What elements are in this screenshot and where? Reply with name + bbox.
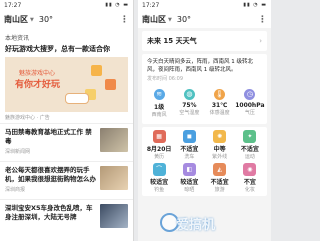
banner-subtitle: 魅族游戏中心 <box>19 70 56 77</box>
chevron-down-icon[interactable]: ▼ <box>168 17 172 23</box>
status-bar: 17:27 ▮▮ ◔ ▬ <box>138 0 271 11</box>
uv-icon: ✺ <box>213 130 227 143</box>
current-temperature: 30° <box>38 15 54 24</box>
location-bar[interactable]: 南山区 ▼ 30° ⋮ <box>138 11 271 28</box>
makeup-icon: ◉ <box>243 163 257 176</box>
tile-label: 紫外线 <box>212 154 228 160</box>
humidity-icon: ◍ <box>183 89 195 100</box>
weather-metric: ◍ 75% 空气湿度 <box>174 87 204 120</box>
life-index-tile[interactable]: ▦ 8月20日 黄历 <box>144 130 174 160</box>
tile-label: 晾晒 <box>184 187 195 193</box>
banner-title: 有你才好玩 <box>15 80 61 90</box>
gift-box-icon <box>91 65 102 76</box>
news-source: 深圳商报 <box>5 187 26 193</box>
tile-label: 黄历 <box>154 154 165 160</box>
location-name[interactable]: 南山区 <box>142 14 166 25</box>
news-item[interactable]: 老公每天都很喜欢摆弄的玩手机，如果我很想逛街购物怎么办 深圳商报 <box>0 161 133 199</box>
life-index-tile[interactable]: ◭ 不适宜 旅游 <box>205 163 235 193</box>
tile-value: 中等 <box>213 146 226 153</box>
news-item[interactable]: 深圳宝安X5车身改色乱喷，车身注册深圳，大陆无号牌 <box>0 199 133 232</box>
news-thumbnail <box>100 166 128 190</box>
status-bar: 17:27 ▮▮ ◔ ▬ <box>0 0 133 11</box>
tile-label: 洗车 <box>184 154 195 160</box>
news-thumbnail <box>100 128 128 152</box>
tile-value: 不宜 <box>243 179 256 186</box>
ad-source: 魅族游戏中心 · 广告 <box>5 115 50 121</box>
metric-value: 1级 <box>154 104 165 111</box>
status-time: 17:27 <box>4 2 22 9</box>
life-index-tile[interactable]: ◉ 不宜 化妆 <box>235 163 265 193</box>
weather-metric: 🌡 31℃ 体感温度 <box>205 87 235 120</box>
car-wash-icon: ◼ <box>182 130 196 143</box>
news-screen: 17:27 ▮▮ ◔ ▬ 南山区 ▼ 30° ⋮ 本地资讯 好玩游戏大搜罗，总有… <box>0 0 134 241</box>
chevron-right-icon[interactable]: › <box>259 37 262 45</box>
weather-metrics: ≋ 1级 西南风 ◍ 75% 空气湿度 🌡 31℃ 体感温度 ◷ 1000hPa 气压 <box>142 85 267 124</box>
sport-icon: ✦ <box>243 130 257 143</box>
weather-metric: ◷ 1000hPa 气压 <box>235 87 265 120</box>
update-time: 发布时间 06:09 <box>147 76 183 82</box>
tile-label: 化妆 <box>244 187 255 193</box>
life-index-tile[interactable]: ⌒ 较适宜 钓鱼 <box>144 163 174 193</box>
news-title: 马田禁毒教育基地正式工作 禁毒 <box>5 128 92 145</box>
tile-label: 钓鱼 <box>154 187 165 193</box>
status-icons: ▮▮ ◔ ▬ <box>243 2 267 8</box>
life-index-tile[interactable]: ✦ 不适宜 运动 <box>235 130 265 160</box>
gamepad-icon <box>65 93 89 104</box>
metric-label: 体感温度 <box>209 110 230 116</box>
section-title: 本地资讯 <box>5 35 30 42</box>
life-index-tile[interactable]: ◧ 较适宜 晾晒 <box>174 163 204 193</box>
weather-screen: 17:27 ▮▮ ◔ ▬ 南山区 ▼ 30° ⋮ 未来 15 天天气 › 今天白… <box>138 0 271 241</box>
wind-icon: ≋ <box>153 89 165 100</box>
tile-label: 旅游 <box>214 187 225 193</box>
ad-banner[interactable]: 魅族游戏中心 有你才好玩 <box>5 57 128 112</box>
weather-description: 今天白天晴间多云，阵雨，西南风 1 级转北风，夜间阵雨，西南风 1 级转北风。 <box>147 59 253 73</box>
drying-icon: ◧ <box>182 163 196 176</box>
life-index-tile[interactable]: ◼ 不适宜 洗车 <box>174 130 204 160</box>
metric-value: 1000hPa <box>235 102 265 109</box>
metric-label: 西南风 <box>151 112 167 118</box>
location-bar[interactable]: 南山区 ▼ 30° ⋮ <box>0 11 133 28</box>
location-name[interactable]: 南山区 <box>4 14 28 25</box>
more-menu-icon[interactable]: ⋮ <box>258 15 267 25</box>
metric-value: 75% <box>182 102 197 109</box>
fishing-icon: ⌒ <box>152 163 166 176</box>
pressure-icon: ◷ <box>244 89 256 100</box>
news-source: 深圳新闻网 <box>5 149 31 155</box>
tile-value: 8月20日 <box>146 146 172 153</box>
weather-metric: ≋ 1级 西南风 <box>144 87 174 120</box>
calendar-icon: ▦ <box>152 130 166 143</box>
metric-value: 31℃ <box>211 102 228 109</box>
news-item[interactable]: 马田禁毒教育基地正式工作 禁毒 深圳新闻网 <box>0 123 133 161</box>
status-icons: ▮▮ ◔ ▬ <box>105 2 129 8</box>
status-time: 17:27 <box>142 2 160 9</box>
travel-icon: ◭ <box>213 163 227 176</box>
news-title: 老公每天都很喜欢摆弄的玩手机，如果我很想逛街购物怎么办 <box>5 166 96 183</box>
weather-detail-card: 今天白天晴间多云，阵雨，西南风 1 级转北风，夜间阵雨，西南风 1 级转北风。 … <box>142 54 267 124</box>
tile-value: 不适宜 <box>240 146 259 153</box>
thermometer-icon: 🌡 <box>214 89 226 100</box>
tile-value: 不适宜 <box>180 146 199 153</box>
tile-value: 较适宜 <box>180 179 199 186</box>
forecast-link[interactable]: 未来 15 天天气 <box>147 36 197 46</box>
life-index-grid: ▦ 8月20日 黄历 ◼ 不适宜 洗车 ✺ 中等 紫外线 ✦ 不适宜 运动 ⌒ 较适宜 钓鱼 ◧ 较适宜 晾晒 ◭ 不… <box>142 127 267 196</box>
more-menu-icon[interactable]: ⋮ <box>120 15 129 25</box>
watermark: 爱搞机 <box>176 218 216 233</box>
news-title: 深圳宝安X5车身改色乱喷，车身注册深圳，大陆无号牌 <box>5 204 93 221</box>
tile-value: 较适宜 <box>150 179 169 186</box>
gift-box-icon <box>105 79 116 90</box>
life-index-tile[interactable]: ✺ 中等 紫外线 <box>205 130 235 160</box>
forecast-card[interactable]: 未来 15 天天气 › <box>142 31 267 51</box>
current-temperature: 30° <box>176 15 192 24</box>
ad-headline[interactable]: 好玩游戏大搜罗，总有一款适合你 <box>0 44 133 57</box>
tile-label: 运动 <box>244 154 255 160</box>
life-index-card: ▦ 8月20日 黄历 ◼ 不适宜 洗车 ✺ 中等 紫外线 ✦ 不适宜 运动 ⌒ 较适宜 钓鱼 ◧ 较适宜 晾晒 ◭ 不… <box>142 127 267 196</box>
metric-label: 气压 <box>244 110 255 116</box>
chevron-down-icon[interactable]: ▼ <box>30 17 34 23</box>
news-thumbnail <box>100 204 128 228</box>
tile-value: 不适宜 <box>210 179 229 186</box>
metric-label: 空气湿度 <box>179 110 200 116</box>
